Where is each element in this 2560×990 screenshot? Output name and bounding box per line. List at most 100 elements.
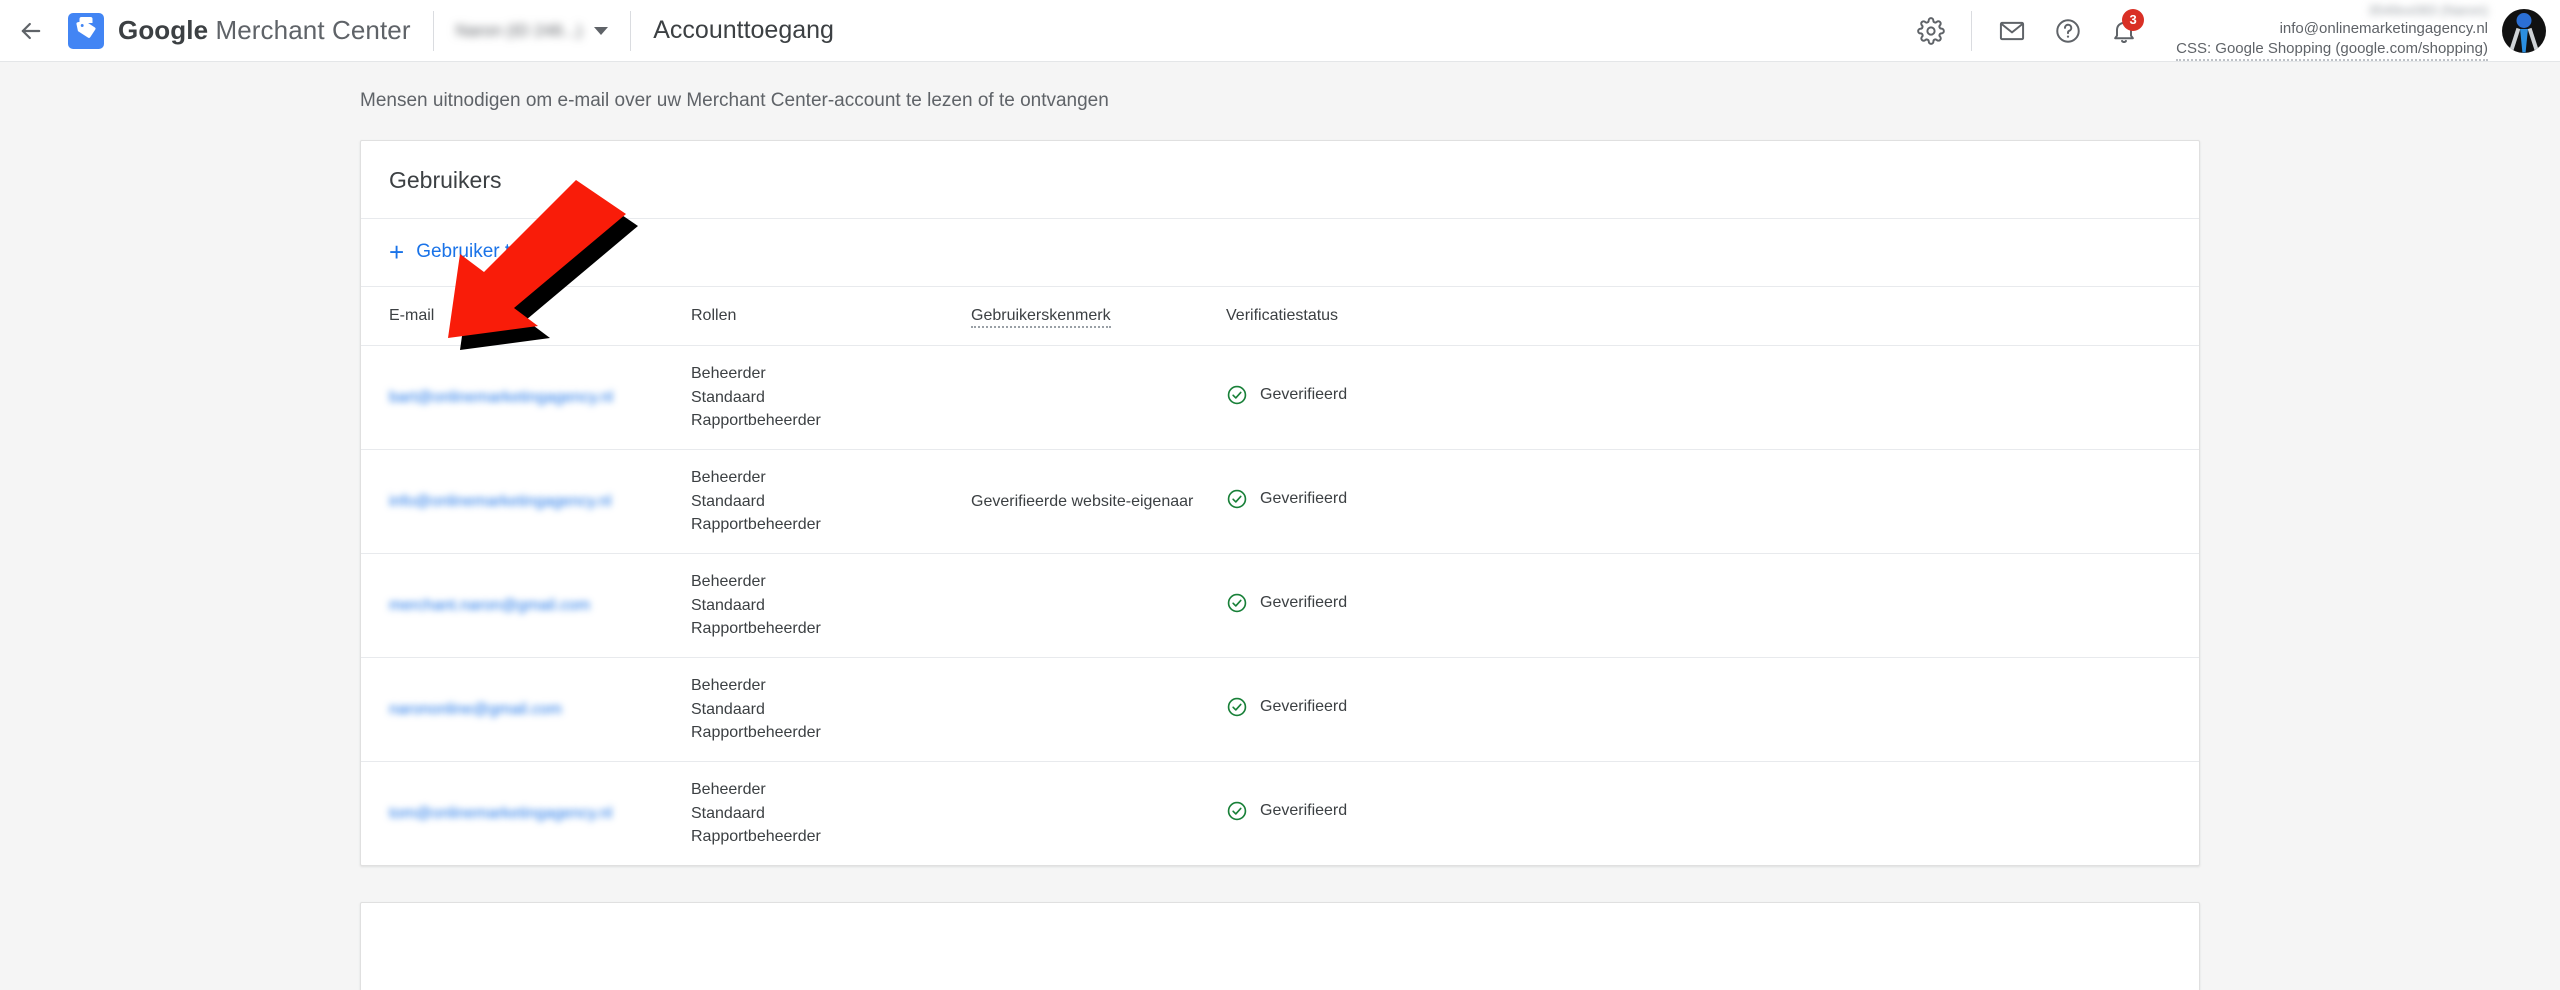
table-row: merchant.naron@gmail.com Beheerder Stand…	[361, 553, 2199, 659]
column-header-attribute-label[interactable]: Gebruikerskenmerk	[971, 307, 1111, 328]
user-email-link[interactable]: bart@onlinemarketingagency.nl	[389, 389, 613, 407]
roles-list: Beheerder Standaard Rapportbeheerder	[691, 674, 961, 745]
avatar-collar-left	[2509, 27, 2521, 50]
account-picker-name: Naron (ID 248...)	[455, 20, 583, 40]
table-header-row: E-mail Rollen Gebruikerskenmerk Verifica…	[361, 287, 2199, 346]
roles-list: Beheerder Standaard Rapportbeheerder	[691, 570, 961, 641]
role-item: Beheerder	[691, 781, 766, 799]
add-user-button[interactable]: + Gebruiker toevoegen	[389, 239, 594, 265]
divider	[630, 10, 632, 51]
column-header-roles[interactable]: Rollen	[691, 287, 971, 346]
cell-email: merchant.naron@gmail.com	[361, 553, 691, 659]
column-header-email[interactable]: E-mail	[361, 287, 691, 346]
cell-verification: Geverifieerd	[1226, 345, 2199, 451]
table-row: info@onlinemarketingagency.nl Beheerder …	[361, 449, 2199, 555]
intro-text: Mensen uitnodigen om e-mail over uw Merc…	[360, 90, 1109, 111]
mail-icon	[1998, 17, 2026, 45]
role-item: Beheerder	[691, 365, 766, 382]
arrow-left-icon	[17, 17, 45, 45]
role-item: Standaard	[691, 804, 765, 822]
status-badge: Geverifieerd	[1226, 800, 1347, 822]
messages-button[interactable]	[1984, 3, 2040, 59]
cell-email: bart@onlinemarketingagency.nl	[361, 345, 691, 451]
user-email-link[interactable]: narononline@gmail.com	[389, 701, 562, 719]
help-icon	[2054, 17, 2082, 45]
role-item: Rapportbeheerder	[691, 516, 821, 534]
verification-label: Geverifieerd	[1260, 386, 1348, 403]
role-item: Rapportbeheerder	[691, 412, 821, 430]
avatar-tie	[2520, 28, 2528, 53]
column-header-verification[interactable]: Verificatiestatus	[1226, 287, 2199, 346]
user-email-link[interactable]: info@onlinemarketingagency.nl	[389, 493, 611, 511]
status-badge: Geverifieerd	[1226, 384, 1347, 406]
table-row: narononline@gmail.com Beheerder Standaar…	[361, 657, 2199, 763]
cell-attribute	[971, 553, 1226, 659]
back-button[interactable]	[0, 0, 62, 62]
check-circle-icon	[1226, 384, 1248, 406]
cell-attribute: Geverifieerde website-eigenaar	[971, 449, 1226, 555]
avatar-head	[2516, 12, 2532, 28]
brand-product-word: Merchant Center	[215, 15, 411, 45]
cell-attribute	[971, 345, 1226, 451]
status-badge: Geverifieerd	[1226, 696, 1347, 718]
user-email-link[interactable]: tom@onlinemarketingagency.nl	[389, 805, 612, 823]
chevron-down-icon	[594, 26, 609, 35]
check-circle-icon	[1226, 488, 1248, 510]
account-picker[interactable]: Naron (ID 248...)	[456, 21, 609, 41]
add-user-label: Gebruiker toevoegen	[416, 241, 594, 262]
role-item: Rapportbeheerder	[691, 828, 821, 846]
role-item: Rapportbeheerder	[691, 620, 821, 638]
cell-email: info@onlinemarketingagency.nl	[361, 449, 691, 555]
settings-button[interactable]	[1903, 3, 1959, 59]
avatar-collar-right	[2527, 27, 2539, 50]
cell-email: narononline@gmail.com	[361, 657, 691, 763]
cell-roles: Beheerder Standaard Rapportbeheerder	[691, 345, 971, 451]
status-badge: Geverifieerd	[1226, 592, 1347, 614]
table-row: tom@onlinemarketingagency.nl Beheerder S…	[361, 762, 2199, 866]
role-item: Rapportbeheerder	[691, 724, 821, 742]
verification-label: Geverifieerd	[1260, 594, 1348, 612]
page-title: Accounttoegang	[653, 16, 834, 44]
help-button[interactable]	[2040, 3, 2096, 59]
column-header-roles-label: Rollen	[691, 307, 737, 324]
user-account-id: 3549xx083 (Naron)	[2368, 2, 2488, 19]
brand-google-word: Google	[118, 15, 209, 45]
cell-roles: Beheerder Standaard Rapportbeheerder	[691, 553, 971, 659]
role-item: Standaard	[691, 492, 765, 510]
check-circle-icon	[1226, 696, 1248, 718]
divider	[432, 10, 434, 51]
cell-roles: Beheerder Standaard Rapportbeheerder	[691, 762, 971, 866]
column-header-attribute[interactable]: Gebruikerskenmerk	[971, 287, 1226, 346]
divider	[1971, 10, 1973, 51]
check-circle-icon	[1226, 800, 1248, 822]
users-card-header: Gebruikers	[361, 141, 2199, 219]
table-row: bart@onlinemarketingagency.nl Beheerder …	[361, 345, 2199, 451]
user-email-link[interactable]: merchant.naron@gmail.com	[389, 597, 590, 615]
status-badge: Geverifieerd	[1226, 488, 1347, 510]
cell-verification: Geverifieerd	[1226, 762, 2199, 866]
brand-logo-link[interactable]: Google Merchant Center	[68, 12, 411, 49]
column-header-verification-label: Verificatiestatus	[1226, 307, 1339, 324]
role-item: Beheerder	[691, 573, 766, 591]
role-item: Beheerder	[691, 677, 766, 695]
role-item: Standaard	[691, 700, 765, 718]
gear-icon	[1917, 16, 1945, 45]
verification-label: Geverifieerd	[1260, 490, 1348, 508]
role-item: Standaard	[691, 388, 765, 406]
cell-verification: Geverifieerd	[1226, 657, 2199, 763]
appbar-icon-group: 3	[1903, 3, 2152, 59]
cell-email: tom@onlinemarketingagency.nl	[361, 762, 691, 866]
content-container: Mensen uitnodigen om e-mail over uw Merc…	[360, 62, 2200, 990]
verification-label: Geverifieerd	[1260, 802, 1348, 820]
role-item: Beheerder	[691, 469, 766, 487]
top-app-bar: Google Merchant Center Naron (ID 248...)…	[0, 0, 2560, 62]
role-item: Standaard	[691, 596, 765, 614]
roles-list: Beheerder Standaard Rapportbeheerder	[691, 778, 961, 849]
user-css-info[interactable]: CSS: Google Shopping (google.com/shoppin…	[2176, 39, 2488, 61]
users-table-head: E-mail Rollen Gebruikerskenmerk Verifica…	[361, 287, 2199, 346]
cell-verification: Geverifieerd	[1226, 553, 2199, 659]
roles-list: Beheerder Standaard Rapportbeheerder	[691, 362, 961, 433]
avatar[interactable]	[2502, 8, 2546, 53]
cell-attribute	[971, 657, 1226, 763]
notifications-button[interactable]: 3	[2096, 3, 2152, 59]
